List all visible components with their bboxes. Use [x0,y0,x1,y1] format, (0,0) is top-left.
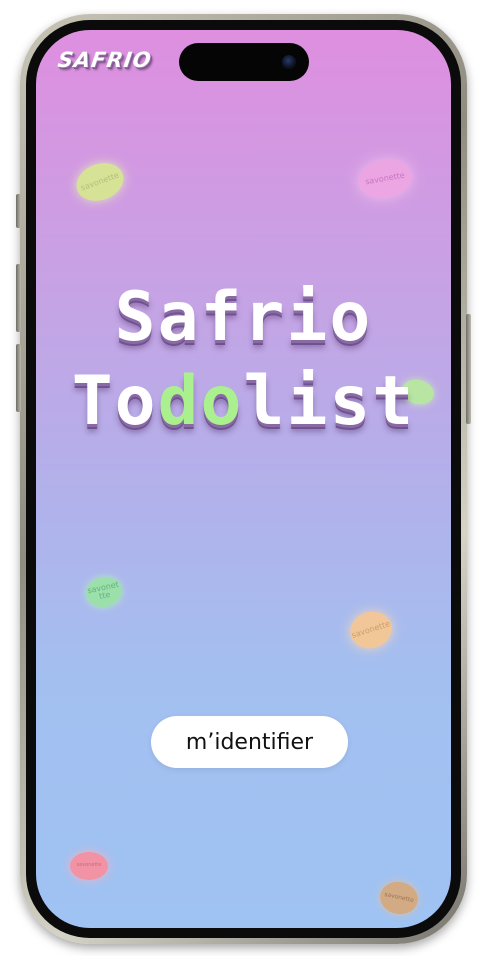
app-screen: SAFRIO savonette savonette savonet tte s… [36,30,451,928]
title-segment: list [243,362,416,441]
action-button [16,194,21,228]
camera-icon [282,55,296,69]
soap-decoration: savonette [70,852,108,880]
soap-decoration: savonet tte [83,573,125,611]
app-title-line-2: Todolist [36,368,451,436]
soap-decoration: savonette [355,155,415,203]
app-logo: SAFRIO [56,48,154,72]
soap-decoration: savonette [377,878,421,918]
soap-decoration: savonette [71,156,129,208]
power-button [466,314,471,424]
login-button[interactable]: m’identifier [151,716,348,768]
volume-up-button [16,264,21,332]
soap-decoration: savonette [345,606,397,654]
app-title-line-1: Safrio [114,278,373,357]
volume-down-button [16,344,21,412]
title-highlight: do [157,362,244,441]
dynamic-island [179,43,309,81]
phone-frame: SAFRIO savonette savonette savonet tte s… [16,14,471,944]
title-segment: To [71,362,158,441]
